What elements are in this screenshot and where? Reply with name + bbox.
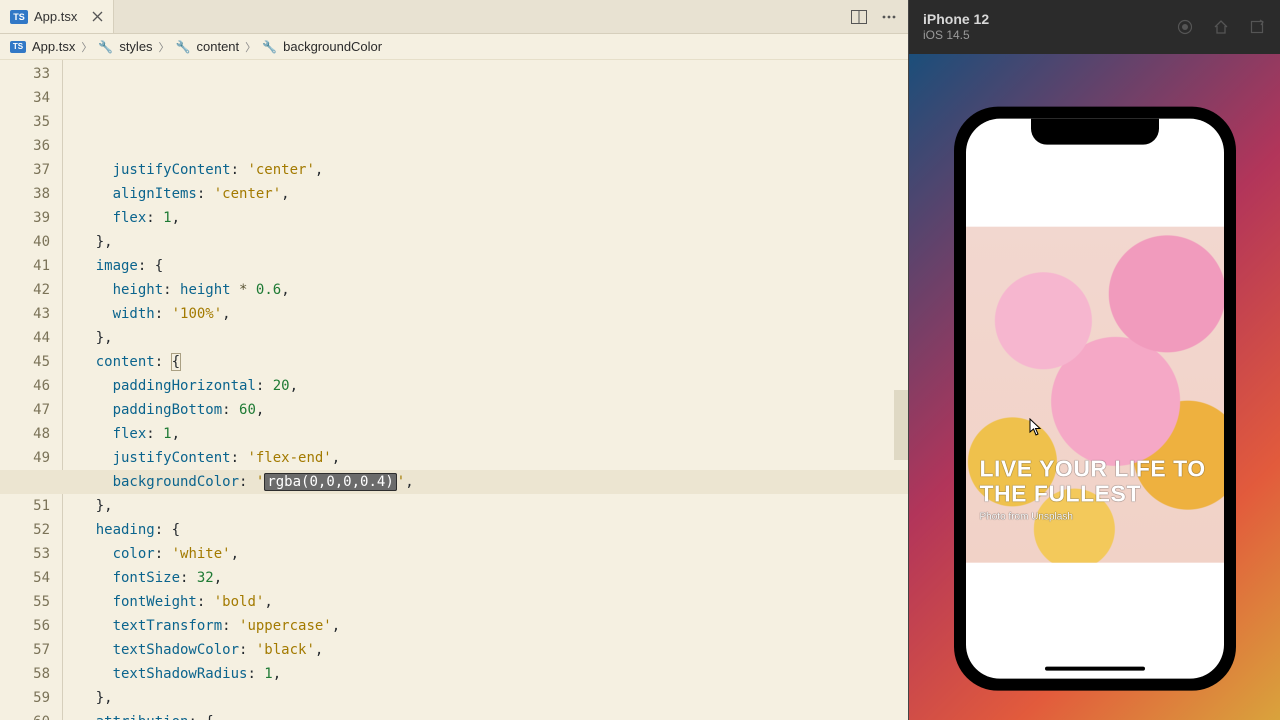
code-line[interactable]: fontSize: 32, <box>62 566 908 590</box>
code-line[interactable]: justifyContent: 'flex-end', <box>62 446 908 470</box>
line-number: 37 <box>0 158 50 182</box>
simulator-device-name: iPhone 12 <box>923 11 989 28</box>
line-number: 53 <box>0 542 50 566</box>
symbol-icon: 🔧 <box>262 40 277 54</box>
line-number: 46 <box>0 374 50 398</box>
line-number: 42 <box>0 278 50 302</box>
line-number: 57 <box>0 638 50 662</box>
line-number: 55 <box>0 590 50 614</box>
line-number: 58 <box>0 662 50 686</box>
code-line[interactable]: }, <box>62 326 908 350</box>
symbol-icon: 🔧 <box>176 40 191 54</box>
line-gutter: 3334353637383940414243444546474849505152… <box>0 60 62 720</box>
simulator-header: iPhone 12 iOS 14.5 <box>909 0 1280 54</box>
symbol-icon: 🔧 <box>98 40 113 54</box>
breadcrumb-file[interactable]: App.tsx <box>32 39 75 54</box>
code-line[interactable]: }, <box>62 494 908 518</box>
minimap-viewport[interactable] <box>894 390 908 460</box>
line-number: 33 <box>0 62 50 86</box>
chevron-right-icon: 〉 <box>245 39 256 55</box>
code-line[interactable]: width: '100%', <box>62 302 908 326</box>
code-line[interactable]: paddingHorizontal: 20, <box>62 374 908 398</box>
device-frame: LIVE YOUR LIFE TO THE FULLEST Photo from… <box>954 107 1236 691</box>
breadcrumb-backgroundcolor[interactable]: backgroundColor <box>283 39 382 54</box>
breadcrumb-styles[interactable]: styles <box>119 39 152 54</box>
code-line[interactable]: fontWeight: 'bold', <box>62 590 908 614</box>
code-line[interactable]: }, <box>62 686 908 710</box>
code-line[interactable]: content: { <box>62 350 908 374</box>
line-number: 59 <box>0 686 50 710</box>
app-heading-text: LIVE YOUR LIFE TO THE FULLEST <box>980 456 1210 508</box>
line-number: 51 <box>0 494 50 518</box>
simulator-os-version: iOS 14.5 <box>923 28 989 42</box>
line-number: 38 <box>0 182 50 206</box>
ts-file-icon: TS <box>10 10 28 24</box>
app-attribution-text: Photo from Unsplash <box>980 512 1210 523</box>
tab-close-button[interactable] <box>89 9 105 25</box>
code-line[interactable]: textShadowRadius: 1, <box>62 662 908 686</box>
chevron-right-icon: 〉 <box>159 39 170 55</box>
code-line[interactable]: color: 'white', <box>62 542 908 566</box>
line-number: 48 <box>0 422 50 446</box>
code-line[interactable]: justifyContent: 'center', <box>62 158 908 182</box>
code-line[interactable]: alignItems: 'center', <box>62 182 908 206</box>
device-screen[interactable]: LIVE YOUR LIFE TO THE FULLEST Photo from… <box>966 119 1224 679</box>
code-line[interactable]: paddingBottom: 60, <box>62 398 908 422</box>
app-content-overlay: LIVE YOUR LIFE TO THE FULLEST Photo from… <box>966 227 1224 563</box>
chevron-right-icon: 〉 <box>81 39 92 55</box>
line-number: 39 <box>0 206 50 230</box>
code-line[interactable]: }, <box>62 230 908 254</box>
breadcrumb-content[interactable]: content <box>197 39 240 54</box>
rotate-icon[interactable] <box>1248 18 1266 36</box>
code-line[interactable]: textTransform: 'uppercase', <box>62 614 908 638</box>
line-number: 35 <box>0 110 50 134</box>
ts-file-icon: TS <box>10 41 26 53</box>
code-content[interactable]: justifyContent: 'center', alignItems: 'c… <box>62 60 908 720</box>
line-number: 41 <box>0 254 50 278</box>
editor-pane: TS App.tsx TS App.tsx 〉 🔧 styles 〉 <box>0 0 909 720</box>
code-line[interactable]: backgroundColor: 'rgba(0,0,0,0.4)', <box>0 470 908 494</box>
line-number: 60 <box>0 710 50 720</box>
screenshot-icon[interactable] <box>1176 18 1194 36</box>
line-number: 44 <box>0 326 50 350</box>
line-number: 45 <box>0 350 50 374</box>
line-number: 43 <box>0 302 50 326</box>
line-number: 34 <box>0 86 50 110</box>
device-notch <box>1031 119 1159 145</box>
line-number: 56 <box>0 614 50 638</box>
tab-app-tsx[interactable]: TS App.tsx <box>0 0 114 33</box>
home-indicator <box>1045 667 1145 671</box>
line-number: 47 <box>0 398 50 422</box>
line-number: 40 <box>0 230 50 254</box>
code-line[interactable]: flex: 1, <box>62 422 908 446</box>
breadcrumbs[interactable]: TS App.tsx 〉 🔧 styles 〉 🔧 content 〉 🔧 ba… <box>0 34 908 60</box>
code-line[interactable]: heading: { <box>62 518 908 542</box>
code-area[interactable]: 3334353637383940414243444546474849505152… <box>0 60 908 720</box>
tab-label: App.tsx <box>34 9 77 24</box>
code-line[interactable]: flex: 1, <box>62 206 908 230</box>
line-number: 54 <box>0 566 50 590</box>
simulator-pane: iPhone 12 iOS 14.5 <box>909 0 1280 720</box>
line-number: 49 <box>0 446 50 470</box>
code-line[interactable]: height: height * 0.6, <box>62 278 908 302</box>
simulator-canvas: LIVE YOUR LIFE TO THE FULLEST Photo from… <box>909 54 1280 720</box>
code-line[interactable]: image: { <box>62 254 908 278</box>
app-background-image: LIVE YOUR LIFE TO THE FULLEST Photo from… <box>966 227 1224 563</box>
home-icon[interactable] <box>1212 18 1230 36</box>
line-number: 52 <box>0 518 50 542</box>
code-line[interactable]: attribution: { <box>62 710 908 720</box>
tab-bar: TS App.tsx <box>0 0 908 34</box>
code-line[interactable]: textShadowColor: 'black', <box>62 638 908 662</box>
split-editor-icon[interactable] <box>850 8 868 26</box>
line-number: 36 <box>0 134 50 158</box>
more-actions-icon[interactable] <box>880 8 898 26</box>
